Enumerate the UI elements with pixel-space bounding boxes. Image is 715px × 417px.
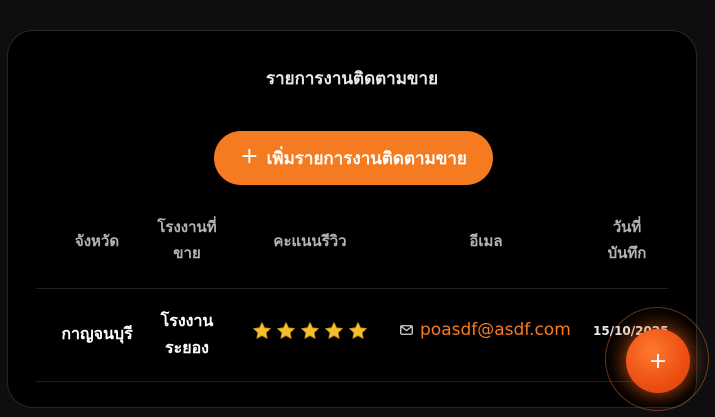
- cell-factory-line1: โรงงาน: [160, 311, 214, 330]
- star-icon: [325, 322, 343, 339]
- column-header-factory: โรงงานที่ ขาย: [142, 214, 232, 266]
- add-sales-task-button[interactable]: + เพิ่มรายการงานติดตามขาย: [214, 131, 493, 185]
- star-icon: [301, 322, 319, 339]
- cell-email: poasdf@asdf.com: [400, 320, 571, 340]
- row-divider: [36, 381, 668, 382]
- column-header-rating-label: คะแนนรีวิว: [273, 232, 347, 250]
- star-icon: [277, 322, 295, 339]
- column-header-email-label: อีเมล: [469, 232, 503, 250]
- column-header-factory-line2: ขาย: [173, 244, 201, 262]
- add-sales-task-label: เพิ่มรายการงานติดตามขาย: [266, 148, 467, 169]
- cell-province: กาญจนบุรี: [61, 324, 133, 343]
- plus-icon: +: [240, 144, 259, 169]
- floating-add-button[interactable]: +: [626, 329, 690, 393]
- rating-stars: [252, 321, 368, 341]
- cell-factory-line2: ระยอง: [165, 338, 209, 357]
- email-link[interactable]: poasdf@asdf.com: [420, 320, 571, 340]
- column-header-province: จังหวัด: [52, 228, 142, 254]
- card-title: รายการงานติดตามขาย: [265, 69, 439, 89]
- cell-factory: โรงงาน ระยอง: [142, 307, 232, 361]
- column-header-date-line2: บันทึก: [607, 244, 647, 262]
- sales-tracking-card: รายการงานติดตามขาย + เพิ่มรายการงานติดตา…: [7, 30, 697, 408]
- column-header-date-line1: วันที่: [612, 218, 642, 236]
- column-header-date: วันที่ บันทึก: [592, 214, 662, 266]
- page: รายการงานติดตามขาย + เพิ่มรายการงานติดตา…: [0, 0, 715, 417]
- star-icon: [349, 322, 367, 339]
- star-icon: [253, 322, 271, 339]
- column-header-rating: คะแนนรีวิว: [252, 228, 368, 254]
- column-header-email: อีเมล: [436, 228, 536, 254]
- column-header-province-label: จังหวัด: [74, 232, 120, 250]
- header-divider: [36, 288, 668, 289]
- mail-icon: [400, 325, 413, 335]
- column-header-factory-line1: โรงงานที่: [157, 218, 217, 236]
